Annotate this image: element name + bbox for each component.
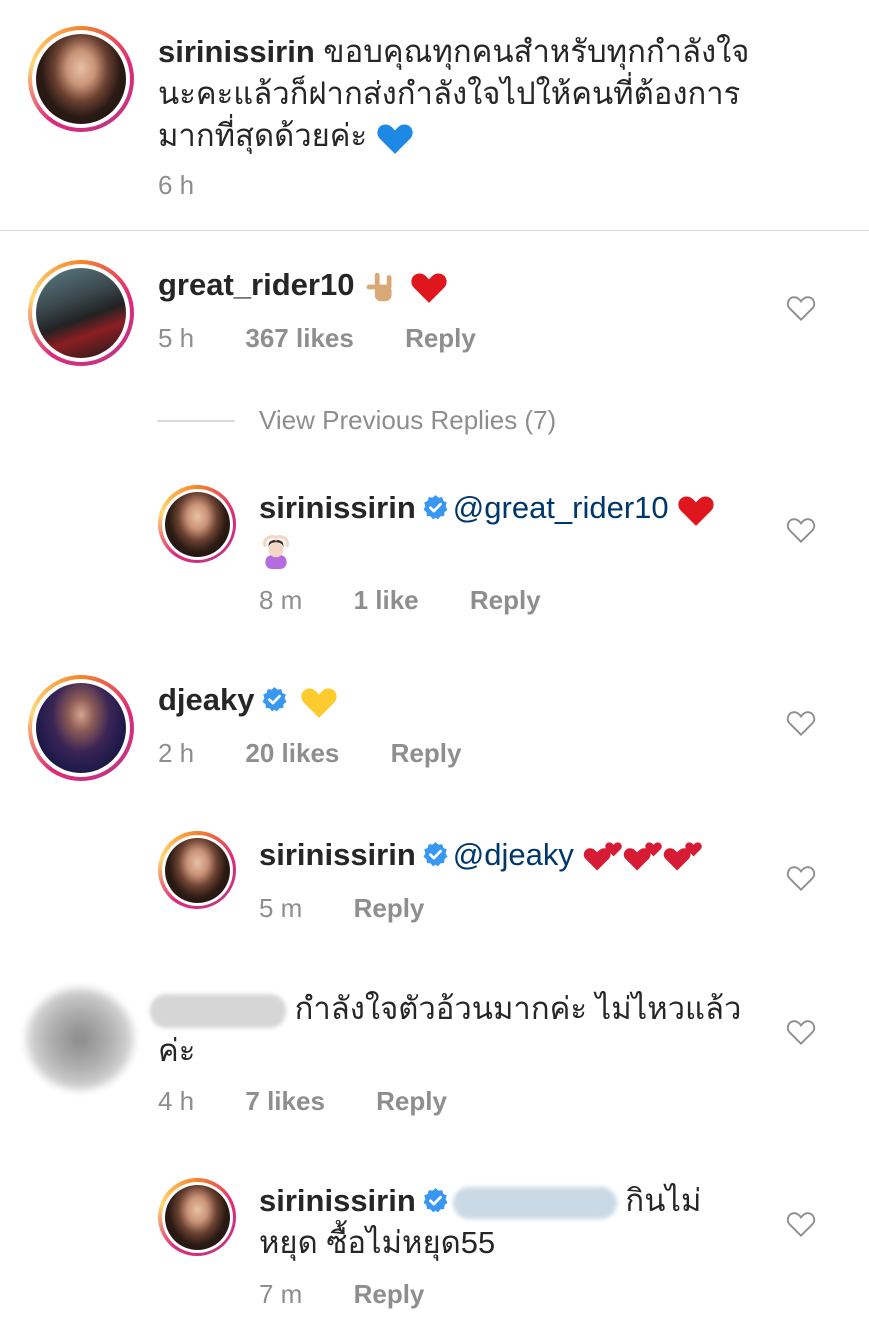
comment-likes[interactable]: 367 likes <box>245 323 353 353</box>
caption-line1: ขอบคุณทุกคนสำหรับทุกกำลังใจ <box>323 34 750 69</box>
caption-line2: นะคะแล้วก็ฝากส่งกำลังใจไปให้คนที่ต้องการ <box>158 76 741 111</box>
avatar-photo <box>36 268 126 358</box>
reply-avatar-sirinissirin[interactable] <box>158 1178 236 1256</box>
like-heart-icon[interactable] <box>786 294 816 322</box>
comment-djeaky: djeaky <box>158 679 338 721</box>
verified-badge-icon <box>423 1188 448 1213</box>
comment-blurred-user: กำลังใจตัวอ้วนมากค่ะ ไม่ไหวแล้ว ค่ะ <box>150 988 790 1072</box>
like-heart-icon[interactable] <box>786 1018 816 1046</box>
caption-author-avatar[interactable] <box>28 26 134 132</box>
blurred-username[interactable] <box>150 993 286 1028</box>
like-heart-icon[interactable] <box>786 864 816 892</box>
avatar-photo <box>36 683 126 773</box>
blurred-mention[interactable] <box>452 1186 617 1219</box>
reply-button[interactable]: Reply <box>354 1279 425 1309</box>
reply-meta: 8 m 1 like Reply <box>259 585 585 616</box>
comment-line2: ค่ะ <box>158 1033 196 1068</box>
reply-button[interactable]: Reply <box>470 585 541 615</box>
avatar-photo <box>36 34 126 124</box>
reply-button[interactable]: Reply <box>405 323 476 353</box>
reply-text: sirinissirin กินไม่ หยุด ซื้อไม่หยุด55 <box>259 1180 779 1264</box>
woman-gesturing-ok-icon <box>262 534 290 569</box>
two-hearts-icon <box>583 842 622 871</box>
reply-likes[interactable]: 1 like <box>354 585 419 615</box>
like-heart-icon[interactable] <box>786 709 816 737</box>
comment-username[interactable]: djeaky <box>158 682 255 717</box>
caption-divider <box>0 230 869 231</box>
reply-time: 5 m <box>259 893 303 923</box>
comment-meta: 5 h 367 likes Reply <box>158 323 520 354</box>
like-heart-icon[interactable] <box>786 1210 816 1238</box>
avatar-photo <box>164 1184 230 1250</box>
reply-meta: 7 m Reply <box>259 1279 468 1310</box>
reply-line2: หยุด ซื้อไม่หยุด55 <box>259 1225 496 1260</box>
comment-avatar-blurred[interactable] <box>26 988 134 1090</box>
caption-meta: 6 h <box>158 170 238 201</box>
reply-button[interactable]: Reply <box>391 738 462 768</box>
red-heart-icon <box>678 496 714 526</box>
caption-time: 6 h <box>158 170 195 200</box>
red-heart-icon <box>411 273 447 303</box>
comment-time: 5 h <box>158 323 195 353</box>
verified-badge-icon <box>423 842 448 867</box>
reply-avatar-sirinissirin[interactable] <box>158 831 236 909</box>
reply-time: 8 m <box>259 585 303 615</box>
reply-text: sirinissirin @great_rider10 <box>259 487 779 571</box>
two-hearts-icon <box>663 842 702 871</box>
love-you-gesture-icon <box>366 272 392 302</box>
comment-great-rider10: great_rider10 <box>158 264 448 306</box>
view-previous-replies-button[interactable]: View Previous Replies (7) <box>259 405 556 436</box>
reply-avatar-sirinissirin[interactable] <box>158 485 236 563</box>
reply-button[interactable]: Reply <box>376 1086 447 1116</box>
reply-time: 7 m <box>259 1279 303 1309</box>
blue-heart-icon <box>377 124 413 154</box>
post-caption: sirinissirin ขอบคุณทุกคนสำหรับทุกกำลังใจ… <box>0 0 869 230</box>
comment-avatar-great-rider10[interactable] <box>28 260 134 366</box>
view-previous-line <box>157 420 235 422</box>
comment-username[interactable]: great_rider10 <box>158 267 354 302</box>
reply-text: sirinissirin @djeaky <box>259 834 779 876</box>
reply-username[interactable]: sirinissirin <box>259 837 416 872</box>
reply-meta: 5 m Reply <box>259 893 468 924</box>
reply-username[interactable]: sirinissirin <box>259 1183 416 1218</box>
mention-link[interactable]: @djeaky <box>453 837 574 872</box>
yellow-heart-icon <box>301 688 337 718</box>
comment-meta: 2 h 20 likes Reply <box>158 738 505 769</box>
caption-line3: มากที่สุดด้วยค่ะ <box>158 118 368 153</box>
caption-username[interactable]: sirinissirin <box>158 34 315 69</box>
reply-username[interactable]: sirinissirin <box>259 490 416 525</box>
caption-text: sirinissirin ขอบคุณทุกคนสำหรับทุกกำลังใจ… <box>158 31 838 157</box>
comment-line1: กำลังใจตัวอ้วนมากค่ะ ไม่ไหวแล้ว <box>294 991 742 1026</box>
comment-avatar-djeaky[interactable] <box>28 675 134 781</box>
comment-time: 2 h <box>158 738 195 768</box>
comment-likes[interactable]: 7 likes <box>245 1086 325 1116</box>
avatar-photo <box>164 491 230 557</box>
verified-badge-icon <box>423 495 448 520</box>
comment-time: 4 h <box>158 1086 195 1116</box>
two-hearts-icon <box>623 842 662 871</box>
mention-link[interactable]: @great_rider10 <box>453 490 669 525</box>
reply-line1: กินไม่ <box>625 1183 702 1218</box>
avatar-photo <box>164 837 230 903</box>
reply-button[interactable]: Reply <box>354 893 425 923</box>
like-heart-icon[interactable] <box>786 516 816 544</box>
comment-likes[interactable]: 20 likes <box>245 738 339 768</box>
comment-meta: 4 h 7 likes Reply <box>158 1086 491 1117</box>
verified-badge-icon <box>262 687 286 712</box>
